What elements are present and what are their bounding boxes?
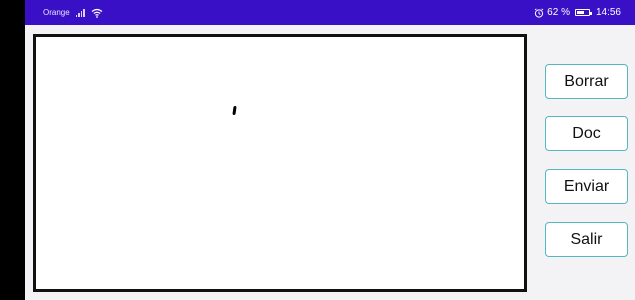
salir-button[interactable]: Salir bbox=[545, 222, 628, 257]
signal-icon bbox=[75, 8, 85, 17]
status-bar-left: Orange bbox=[43, 0, 103, 25]
battery-icon bbox=[574, 9, 592, 16]
carrier-name: Orange bbox=[43, 8, 70, 17]
battery-percent: 62 % bbox=[547, 7, 570, 18]
alarm-icon bbox=[534, 7, 544, 18]
battery-level-fill bbox=[576, 11, 584, 14]
app-content: Borrar Doc Enviar Salir bbox=[25, 25, 635, 300]
wifi-icon bbox=[91, 8, 103, 18]
pen-stroke bbox=[232, 105, 237, 116]
enviar-button[interactable]: Enviar bbox=[545, 169, 628, 204]
borrar-button[interactable]: Borrar bbox=[545, 64, 628, 99]
status-bar: Orange 62 % 14:56 bbox=[25, 0, 635, 25]
doc-button[interactable]: Doc bbox=[545, 116, 628, 151]
status-bar-right: 62 % 14:56 bbox=[534, 0, 621, 25]
clock: 14:56 bbox=[595, 7, 621, 18]
signature-canvas[interactable] bbox=[33, 34, 527, 292]
